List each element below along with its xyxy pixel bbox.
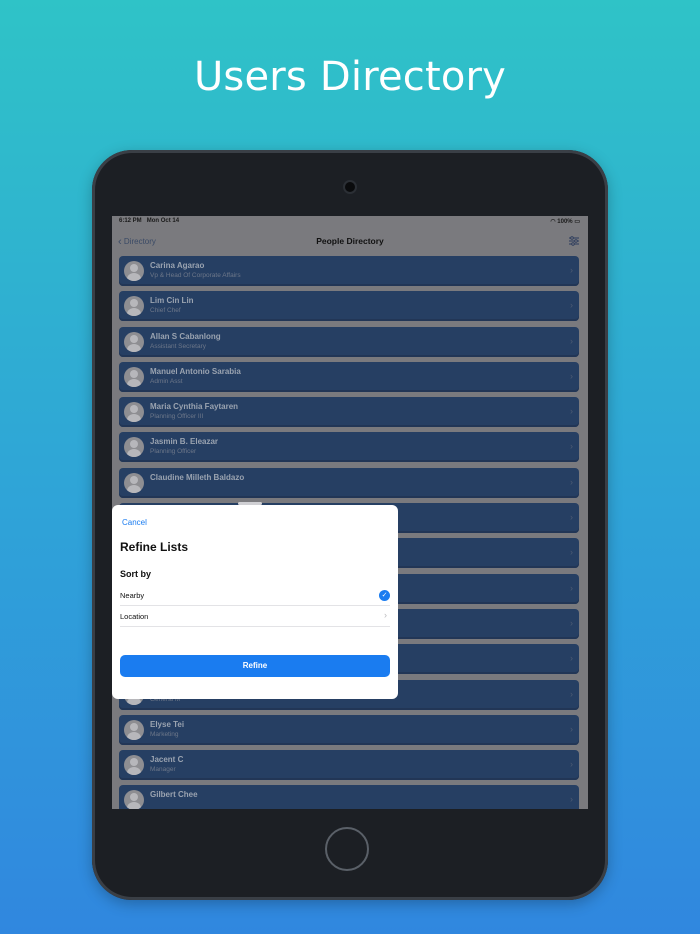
avatar-placeholder-icon [124,719,144,740]
chevron-right-icon: › [570,582,573,593]
person-name: Claudine Milleth Baldazo [150,472,245,482]
person-title: Planning Officer III [150,413,204,421]
person-title: Planning Officer [150,448,197,456]
refine-button[interactable]: Refine [120,655,390,677]
sheet-title: Refine Lists [120,540,189,554]
status-time: 6:12 PM [119,218,142,224]
sort-option-nearby[interactable]: Nearby ✓ [120,586,390,606]
chevron-right-icon: › [570,759,573,770]
list-item[interactable]: Carina Agarao Vp & Head Of Corporate Affa… [119,256,579,286]
battery-level: 100% [557,219,573,225]
person-name: Allan S Cabanlong [150,331,221,341]
avatar-placeholder-icon [124,755,144,776]
person-name: Manuel Antonio Sarabia [150,366,241,376]
person-name: Lim Cin Lin [150,296,194,306]
person-title: Vp & Head Of Corporate Affairs [150,272,241,279]
chevron-right-icon: › [570,441,573,452]
list-item[interactable]: Jasmin B. Eleazar Planning Officer › [119,432,579,463]
sort-option-location[interactable]: Location › [120,607,390,627]
sort-option-label: Nearby [120,591,145,600]
cancel-button[interactable]: Cancel [122,518,147,527]
page-title: People Directory [316,236,384,246]
list-item[interactable]: Manuel Antonio Sarabia Admin Asst › [119,361,579,392]
home-button[interactable] [325,827,369,871]
status-date: Mon Oct 14 [146,218,180,224]
person-name: Jacent C [150,755,184,765]
chevron-right-icon: › [570,406,573,417]
person-name: Maria Cynthia Faytaren [150,402,239,412]
front-camera [345,182,355,192]
refine-sheet: Cancel Refine Lists Sort by Nearby ✓ Loc… [112,502,398,699]
list-item[interactable]: Allan S Cabanlong Assistant Secretary › [119,326,579,357]
person-title: Admin Asst [150,377,183,385]
sheet-grabber[interactable] [238,502,262,505]
chevron-right-icon: › [570,265,573,275]
avatar-placeholder-icon [124,472,144,493]
list-item[interactable]: Gilbert Chee › [119,785,579,809]
sort-option-label: Location [120,612,149,621]
avatar-placeholder-icon [124,331,144,352]
checkmark-icon: ✓ [379,590,390,601]
person-title: Chief Chef [150,307,181,315]
avatar-placeholder-icon [124,402,144,423]
person-title: Manager [150,766,176,774]
person-name: Gilbert Chee [150,790,198,800]
person-title: Marketing [150,730,179,738]
list-item[interactable]: Maria Cynthia Faytaren Planning Officer I… [119,397,579,428]
hero-title: Users Directory [193,54,507,100]
status-bar: 6:12 PM Mon Oct 14 ◠ 100% ▭ [112,216,588,228]
person-name: Elyse Tei [150,719,185,729]
navigation-bar: ‹ Directory People Directory [112,228,588,254]
chevron-right-icon: › [384,610,387,620]
person-title: Assistant Secretary [150,342,206,350]
person-name: Carina Agarao [150,261,205,270]
list-item[interactable]: Lim Cin Lin Chief Chef › [119,291,579,322]
person-name: Jasmin B. Eleazar [150,437,219,447]
chevron-right-icon: › [570,335,573,346]
list-item[interactable]: Jacent C Manager › [119,750,579,781]
avatar-placeholder-icon [124,261,144,281]
list-item[interactable]: Elyse Tei Marketing › [119,714,579,745]
list-item[interactable]: Claudine Milleth Baldazo › [119,467,579,498]
chevron-right-icon: › [570,476,573,487]
avatar-placeholder-icon [124,437,144,458]
filter-icon[interactable] [568,235,580,247]
chevron-right-icon: › [570,723,573,734]
chevron-right-icon: › [570,617,573,628]
sort-by-heading: Sort by [120,569,152,579]
avatar-placeholder-icon [124,296,144,317]
chevron-right-icon: › [570,512,573,523]
chevron-right-icon: › [570,300,573,311]
chevron-right-icon: › [570,794,573,805]
chevron-right-icon: › [570,370,573,381]
avatar-placeholder-icon [124,790,144,809]
avatar-placeholder-icon [124,366,144,387]
chevron-right-icon: › [570,653,573,664]
chevron-right-icon: › [570,547,573,558]
battery-icon: ▭ [574,219,580,225]
chevron-right-icon: › [570,688,573,699]
wifi-icon: ◠ [550,219,556,225]
